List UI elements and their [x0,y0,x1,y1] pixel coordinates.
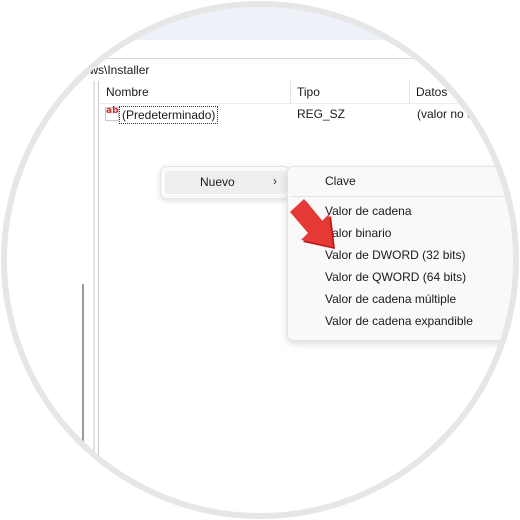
pane-border [98,81,99,520]
value-type: REG_SZ [297,107,346,121]
menu-item-nuevo[interactable]: Nuevo › [165,171,287,194]
list-header: Nombre Tipo Datos [100,81,520,104]
screenshot-canvas: dows\Installer Nombre Tipo Datos ab (Pre… [0,0,520,520]
submenu-item-valor-qword[interactable]: Valor de QWORD (64 bits) [325,268,466,286]
submenu-item-valor-cadena-multiple[interactable]: Valor de cadena múltiple [325,290,456,308]
chevron-right-icon: › [273,174,277,188]
submenu-item-valor-cadena-expandible[interactable]: Valor de cadena expandible [325,312,473,330]
value-name[interactable]: (Predeterminado) [119,106,219,124]
tree-scrollbar[interactable] [82,284,84,504]
toolbar-area [0,0,520,40]
arrow-body [290,199,333,247]
key-tree-pane[interactable] [0,81,95,520]
menu-item-nuevo-label: Nuevo [200,175,235,189]
column-header-tipo[interactable]: Tipo [291,81,410,103]
registry-editor-window: dows\Installer Nombre Tipo Datos ab (Pre… [0,0,520,520]
column-header-nombre[interactable]: Nombre [100,81,291,103]
submenu-item-clave[interactable]: Clave [325,172,356,190]
value-row[interactable]: ab (Predeterminado) REG_SZ (valor no e [100,105,520,125]
context-menu: Nuevo › [160,166,290,199]
address-path: dows\Installer [76,63,150,77]
address-bar[interactable]: dows\Installer [0,58,520,82]
string-value-icon: ab [105,106,119,121]
red-arrow-icon [290,199,335,249]
column-header-datos[interactable]: Datos [410,81,520,103]
value-data: (valor no e [417,107,474,121]
